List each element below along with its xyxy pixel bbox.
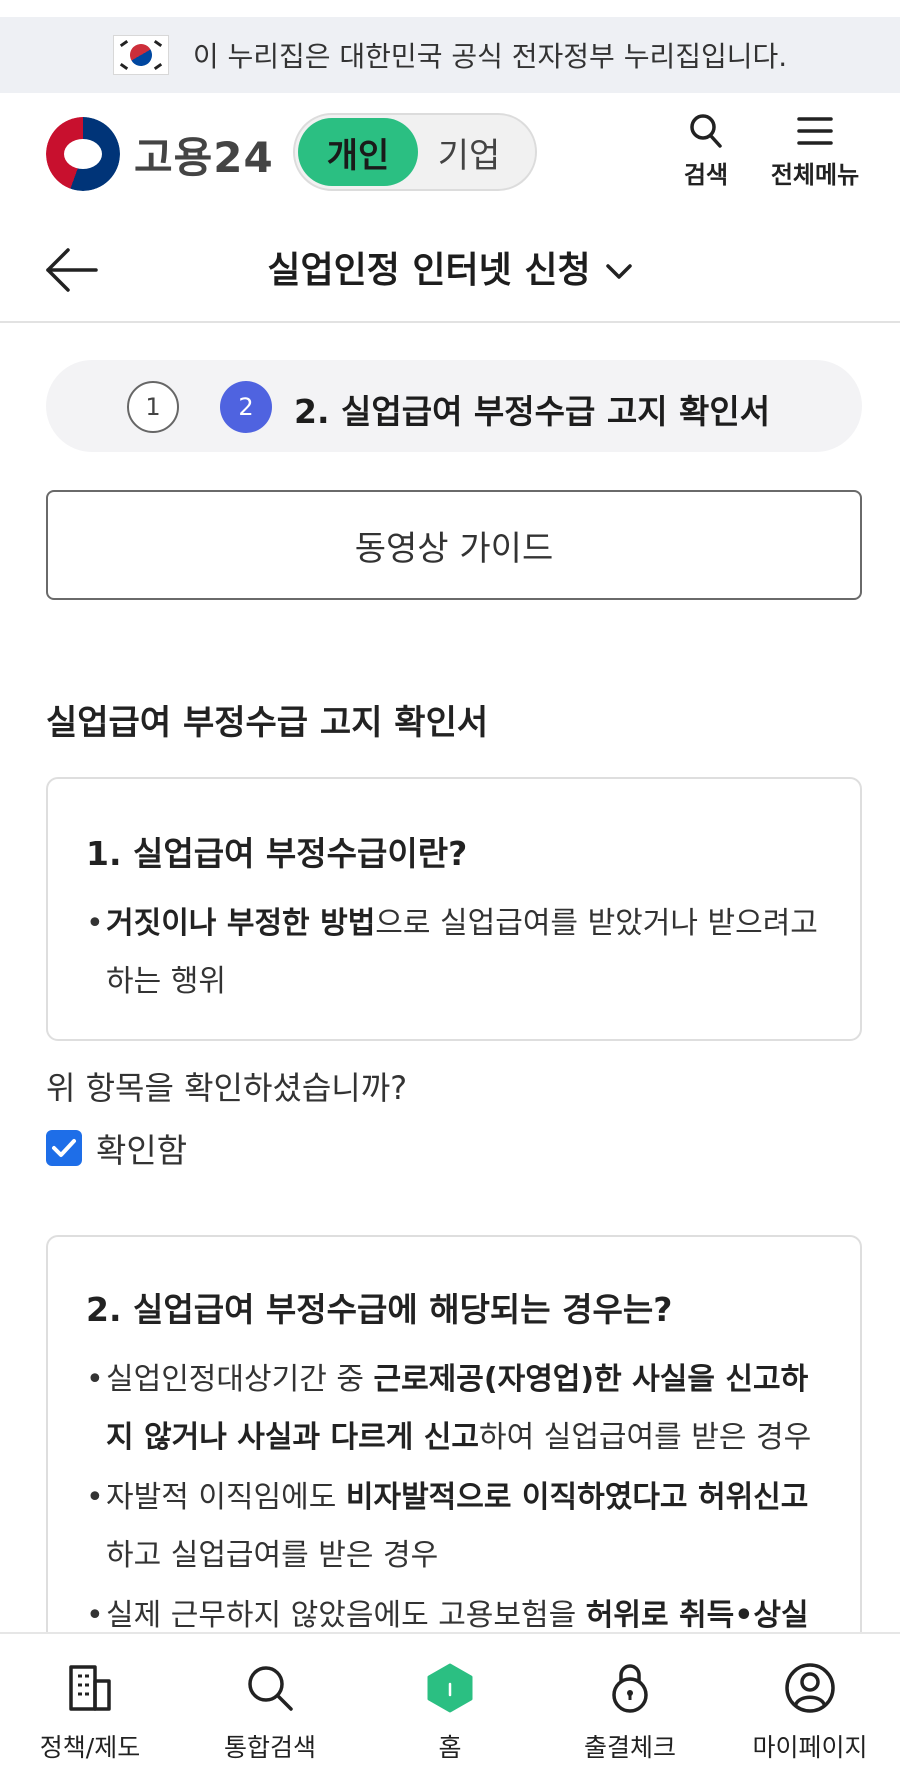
toggle-individual[interactable]: 개인 [298, 118, 418, 186]
lock-icon [602, 1660, 658, 1716]
bullet-text: 실업인정대상기간 중 [106, 1362, 374, 1397]
nav-item-attendance[interactable]: 출결체크 [540, 1634, 720, 1775]
header-menu-button[interactable]: 전체메뉴 [760, 113, 870, 190]
list-item: 자발적 이직임에도 비자발적으로 이직하였다고 허위신고하고 실업급여를 받은 … [86, 1469, 826, 1585]
nav-label: 정책/제도 [39, 1733, 141, 1762]
user-type-toggle[interactable]: 개인 기업 [293, 113, 537, 191]
section-heading: 실업급여 부정수급 고지 확인서 [46, 703, 489, 743]
checkmark-icon [52, 1139, 76, 1157]
title-bar: 실업인정 인터넷 신청 [0, 211, 900, 323]
user-icon [782, 1660, 838, 1716]
nav-label: 홈 [438, 1733, 462, 1762]
page-title[interactable]: 실업인정 인터넷 신청 [0, 241, 900, 293]
bottom-nav: 정책/제도 통합검색 홈 출결체크 마이페이지 [0, 1632, 900, 1775]
step-2-circle: 2 [220, 381, 272, 433]
nav-item-home[interactable]: 홈 [360, 1634, 540, 1775]
nav-label: 마이페이지 [752, 1733, 868, 1762]
bullet-text: 하고 실업급여를 받은 경우 [106, 1538, 439, 1573]
list-item: 실업인정대상기간 중 근로제공(자영업)한 사실을 신고하지 않거나 사실과 다… [86, 1351, 826, 1467]
header-search-button[interactable]: 검색 [676, 113, 736, 190]
nav-item-policy[interactable]: 정책/제도 [0, 1634, 180, 1775]
notice-card-definition: 1. 실업급여 부정수급이란? 거짓이나 부정한 방법으로 실업급여를 받았거나… [46, 777, 862, 1041]
confirm-checkbox[interactable] [46, 1130, 82, 1166]
list-item: 거짓이나 부정한 방법으로 실업급여를 받았거나 받으려고 하는 행위 [86, 895, 826, 1011]
step-1-circle: 1 [127, 381, 179, 433]
search-label: 검색 [683, 161, 729, 189]
confirm-checkbox-label[interactable]: 확인함 [96, 1124, 187, 1172]
video-guide-button[interactable]: 동영상 가이드 [46, 490, 862, 600]
page-title-text: 실업인정 인터넷 신청 [267, 250, 591, 291]
logo-text: 고용24 [134, 132, 274, 182]
card-title: 2. 실업급여 부정수급에 해당되는 경우는? [86, 1290, 673, 1329]
hamburger-icon [797, 117, 833, 145]
confirm-question: 위 항목을 확인하셨습니까? [46, 1069, 408, 1107]
gov-banner-text: 이 누리집은 대한민국 공식 전자정부 누리집입니다. [192, 40, 788, 73]
nav-item-search[interactable]: 통합검색 [180, 1634, 360, 1775]
confirm-checkbox-row[interactable]: 확인함 [46, 1124, 187, 1172]
step-indicator: 1 2 2. 실업급여 부정수급 고지 확인서 [46, 360, 862, 452]
bullet-text: 실제 근무하지 않았음에도 고용보험을 [106, 1598, 586, 1633]
menu-label: 전체메뉴 [770, 161, 860, 189]
gov-emblem-icon [46, 117, 120, 191]
bullet-text: 자발적 이직임에도 [106, 1480, 346, 1515]
nav-label: 출결체크 [583, 1733, 676, 1762]
bullet-text: 하여 실업급여를 받은 경우 [478, 1420, 812, 1455]
notice-card-cases: 2. 실업급여 부정수급에 해당되는 경우는? 실업인정대상기간 중 근로제공(… [46, 1235, 862, 1655]
nav-item-mypage[interactable]: 마이페이지 [720, 1634, 900, 1775]
search-icon [242, 1660, 298, 1716]
logo[interactable]: 고용24 [46, 117, 274, 191]
toggle-business[interactable]: 기업 [419, 118, 519, 186]
bullet-bold-text: 거짓이나 부정한 방법 [106, 906, 376, 941]
nav-label: 통합검색 [223, 1733, 316, 1762]
bullet-bold-text: 허위로 취득•상실 [585, 1598, 809, 1633]
step-current-label: 2. 실업급여 부정수급 고지 확인서 [294, 392, 771, 431]
app-header: 고용24 개인 기업 검색 전체메뉴 [0, 93, 900, 211]
building-icon [62, 1660, 118, 1716]
korea-flag-icon [112, 35, 169, 75]
home-icon [422, 1660, 478, 1716]
search-icon [690, 114, 722, 148]
chevron-down-icon [605, 264, 632, 279]
card-title: 1. 실업급여 부정수급이란? [86, 834, 468, 873]
bullet-bold-text: 비자발적으로 이직하였다고 허위신고 [345, 1480, 809, 1515]
gov-banner: 이 누리집은 대한민국 공식 전자정부 누리집입니다. [0, 17, 900, 93]
